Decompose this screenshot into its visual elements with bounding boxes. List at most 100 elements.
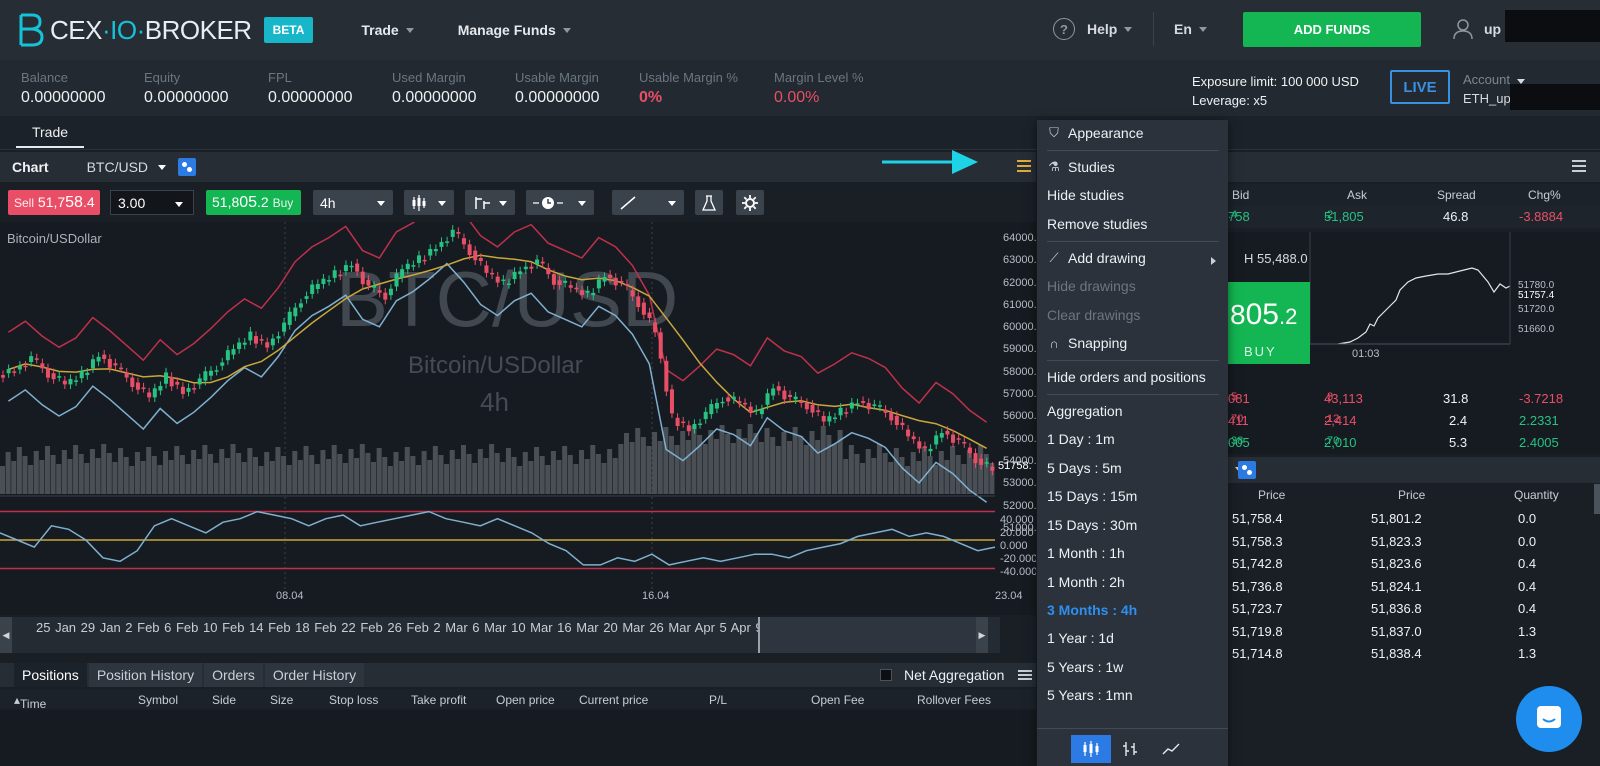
user-menu[interactable]: up [1452,18,1501,40]
menu-appearance[interactable]: ⛉ Appearance [1047,125,1143,141]
menu-agg-5y-1mn[interactable]: 5 Years : 1mn [1047,687,1133,703]
quote-row[interactable]: 081.5 43,113.3 31.8 -3.7218 [1228,388,1600,410]
timezone-select[interactable] [526,190,594,215]
menu-snapping[interactable]: ∩ Snapping [1047,335,1127,351]
checkbox[interactable] [880,669,892,681]
tab-order-history[interactable]: Order History [264,663,365,687]
settings-button[interactable] [736,190,764,215]
navigator-window[interactable] [758,617,978,653]
ohlc-bars-icon[interactable] [1111,735,1151,763]
candle-body [754,409,759,412]
quote-row[interactable]: 005.38 2,010.70 5.3 2.4005 [1228,432,1600,454]
menu-agg-1m-2h[interactable]: 1 Month : 2h [1047,574,1125,590]
quote-row[interactable]: 411.70 2,414.12 2.4 2.2331 [1228,410,1600,432]
volume-bar [955,455,961,494]
quantity-select[interactable]: 3.00 [110,190,194,215]
menu-remove-studies[interactable]: Remove studies [1047,216,1147,232]
col-open-price[interactable]: Open price [496,693,555,707]
tab-orders[interactable]: Orders [204,663,263,687]
menu-agg-5d-5m[interactable]: 5 Days : 5m [1047,460,1122,476]
menu-hide-orders[interactable]: Hide orders and positions [1047,369,1206,385]
col-rollover-fees[interactable]: Rollover Fees [917,693,991,707]
orderbook-row[interactable]: 51,723.7 51,836.8 0.4 [1228,598,1600,620]
tab-trade[interactable]: Trade [16,124,84,148]
candle-body [473,250,478,261]
candle-body [827,416,832,422]
col-take-profit[interactable]: Take profit [411,693,466,707]
nav-manage-funds[interactable]: Manage Funds [458,22,571,38]
add-funds-button[interactable]: ADD FUNDS [1243,12,1421,47]
col-stop-loss[interactable]: Stop loss [329,693,378,707]
col-chg[interactable]: Chg% [1528,188,1561,202]
candle-body [939,433,944,438]
candle-body [782,390,787,400]
col-open-fee[interactable]: Open Fee [811,693,864,707]
tab-positions[interactable]: Positions [14,663,87,687]
candlestick-icon[interactable] [1071,735,1111,763]
orderbook-row[interactable]: 51,719.8 51,837.0 1.3 [1228,621,1600,643]
menu-agg-1d-1m[interactable]: 1 Day : 1m [1047,431,1115,447]
symbol-select[interactable]: BTC/USD [87,159,167,175]
language-select[interactable]: En [1174,21,1207,37]
volume-bar [511,457,517,494]
compare-select[interactable] [465,190,515,215]
logo[interactable]: CEX·IO·BROKER BETA [18,13,314,47]
tab-position-history[interactable]: Position History [88,663,203,687]
drawing-select[interactable] [612,190,684,215]
menu-agg-5y-1w[interactable]: 5 Years : 1w [1047,659,1123,675]
menu-icon[interactable] [1572,160,1586,172]
link-icon[interactable] [178,158,197,176]
chart-menu-icon[interactable] [1017,160,1031,172]
col-side[interactable]: Side [212,693,236,707]
col-symbol[interactable]: Symbol [138,693,178,707]
col-ask[interactable]: Ask [1347,188,1367,202]
menu-studies[interactable]: ⚗ Studies [1047,159,1115,175]
link-icon[interactable] [1238,461,1256,479]
orderbook-row[interactable]: 51,736.8 51,824.1 0.4 [1228,576,1600,598]
menu-agg-1y-1d[interactable]: 1 Year : 1d [1047,630,1114,646]
scroll-left-icon[interactable]: ◀ [0,617,12,653]
nav-trade[interactable]: Trade [361,22,414,38]
menu-add-drawing[interactable]: ⟋ Add drawing [1047,250,1145,266]
col-spread[interactable]: Spread [1437,188,1476,202]
col-pl[interactable]: P/L [709,693,727,707]
orderbook-row[interactable]: 51,758.4 51,801.2 0.0 [1228,508,1600,530]
chart-toolbar: Sell 51,758.4 3.00 51,805.2 Buy 4h [0,186,1036,218]
sell-button[interactable]: Sell 51,758.4 [8,190,100,215]
live-mode-button[interactable]: LIVE [1390,70,1450,104]
orderbook-row[interactable]: 51,714.8 51,838.4 1.3 [1228,643,1600,665]
line-chart-icon[interactable] [1151,735,1191,763]
orderbook-row[interactable]: 51,742.8 51,823.6 0.4 [1228,553,1600,575]
interval-select[interactable]: 4h [313,190,393,215]
price-chart[interactable]: BTC/USD Bitcoin/USDollar 4h Bitcoin/USDo… [0,222,1036,615]
menu-hide-studies[interactable]: Hide studies [1047,187,1124,203]
chat-button[interactable] [1516,686,1582,752]
menu-icon[interactable] [1018,670,1033,680]
quote-row[interactable]: 758.4 51,805.2 46.8 -3.8884 [1228,206,1600,228]
help-menu[interactable]: ? Help [1053,18,1133,40]
quantity: 1.3 [1518,623,1537,639]
scroll-right-icon[interactable]: ▶ [976,617,988,653]
volume-bar [168,460,174,494]
candle-body [411,265,416,267]
col-time[interactable]: ▴Time and date [14,693,46,739]
menu-agg-3m-4h[interactable]: 3 Months : 4h [1047,602,1137,618]
quick-buy-button[interactable]: 805.2 BUY [1228,282,1310,364]
orderbook-row[interactable]: 51,758.3 51,823.3 0.0 [1228,531,1600,553]
chart-type-select[interactable] [404,190,454,215]
buy-button[interactable]: 51,805.2 Buy [206,190,301,215]
menu-agg-15d-30m[interactable]: 15 Days : 30m [1047,517,1137,533]
candle-body [29,356,34,363]
candle-body [405,263,410,270]
studies-button[interactable] [695,190,723,215]
candle-body [197,378,202,385]
col-bid[interactable]: Bid [1232,188,1249,202]
chart-navigator[interactable]: ◀ 25 Jan 29 Jan 2 Feb 6 Feb 10 Feb 14 Fe… [0,617,1000,653]
net-aggregation-toggle[interactable]: Net Aggregation [880,667,1033,683]
menu-agg-1m-1h[interactable]: 1 Month : 1h [1047,545,1125,561]
col-current-price[interactable]: Current price [579,693,648,707]
volume-bar [78,454,84,494]
scrollbar[interactable] [1594,484,1600,514]
menu-agg-15d-15m[interactable]: 15 Days : 15m [1047,488,1137,504]
col-size[interactable]: Size [270,693,293,707]
